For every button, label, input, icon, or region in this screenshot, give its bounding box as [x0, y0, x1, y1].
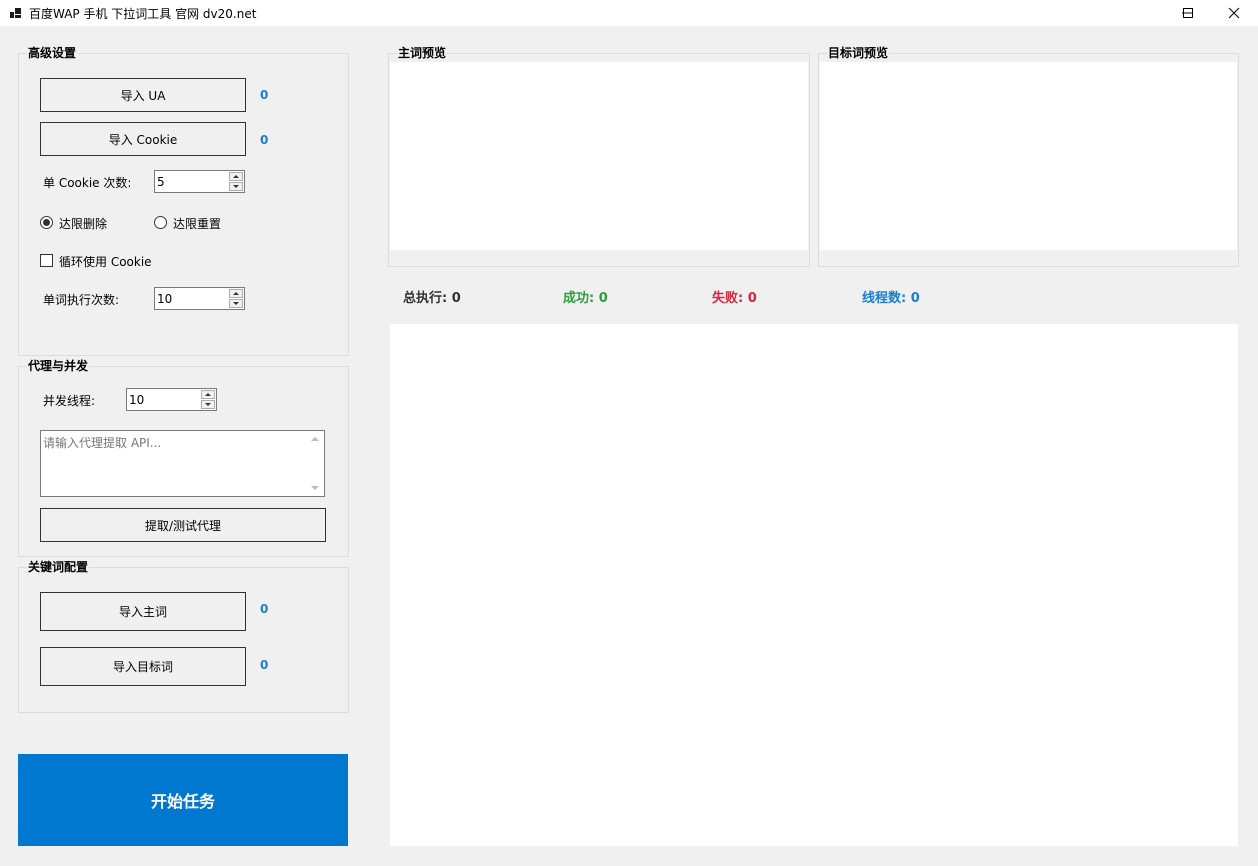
- threads-label: 并发线程:: [43, 394, 96, 408]
- loop-cookie-label: 循环使用 Cookie: [59, 255, 152, 269]
- threads-up-arrow-icon[interactable]: [201, 390, 215, 399]
- import-main-keywords-button[interactable]: 导入主词: [40, 592, 246, 631]
- word-times-label: 单词执行次数:: [43, 293, 120, 307]
- main-keywords-count: 0: [260, 602, 269, 616]
- word-times-down-arrow-icon[interactable]: [229, 299, 243, 308]
- import-cookie-button[interactable]: 导入 Cookie: [40, 122, 246, 156]
- proxy-api-scrollbar[interactable]: [307, 431, 324, 496]
- test-proxy-button[interactable]: 提取/测试代理: [40, 508, 326, 542]
- radio-delete-on-limit[interactable]: [40, 216, 53, 229]
- total-executed-stat: 总执行: 0: [403, 291, 461, 306]
- import-ua-button[interactable]: 导入 UA: [40, 78, 246, 112]
- radio-reset-label: 达限重置: [173, 217, 222, 231]
- cookie-count: 0: [260, 133, 269, 147]
- threads-down-arrow-icon[interactable]: [201, 400, 215, 409]
- main-preview-list[interactable]: [390, 62, 808, 250]
- cookie-times-down-arrow-icon[interactable]: [229, 182, 243, 191]
- log-output-area[interactable]: [390, 324, 1238, 846]
- title-bar: 百度WAP 手机 下拉词工具 官网 dv20.net: [0, 0, 1258, 26]
- word-times-spinner[interactable]: [154, 287, 245, 310]
- proxy-api-textarea-box: [40, 430, 325, 497]
- threads-spinner[interactable]: [126, 388, 217, 411]
- maximize-button[interactable]: [1165, 0, 1211, 26]
- window-title: 百度WAP 手机 下拉词工具 官网 dv20.net: [29, 7, 257, 21]
- ua-count: 0: [260, 88, 269, 102]
- main-preview-title: 主词预览: [397, 46, 448, 60]
- scroll-down-arrow-icon: [311, 486, 319, 490]
- close-icon: [1228, 7, 1240, 19]
- maximize-icon: [1183, 8, 1193, 18]
- keywords-group-title: 关键词配置: [27, 560, 90, 574]
- target-preview-list[interactable]: [820, 62, 1237, 250]
- radio-reset-on-limit[interactable]: [154, 216, 167, 229]
- scroll-up-arrow-icon: [311, 437, 319, 441]
- import-target-keywords-button[interactable]: 导入目标词: [40, 647, 246, 686]
- target-keywords-count: 0: [260, 658, 269, 672]
- keywords-group: 关键词配置: [18, 560, 349, 713]
- cookie-times-up-arrow-icon[interactable]: [229, 172, 243, 181]
- word-times-up-arrow-icon[interactable]: [229, 289, 243, 298]
- cookie-times-label: 单 Cookie 次数:: [43, 176, 132, 190]
- advanced-settings-title: 高级设置: [27, 46, 78, 60]
- start-task-button[interactable]: 开始任务: [18, 754, 348, 846]
- close-button[interactable]: [1211, 0, 1257, 26]
- success-stat: 成功: 0: [563, 291, 608, 306]
- radio-delete-label: 达限删除: [59, 217, 108, 231]
- target-preview-title: 目标词预览: [827, 46, 890, 60]
- cookie-times-spinner[interactable]: [154, 170, 245, 193]
- threads-stat: 线程数: 0: [862, 291, 920, 306]
- loop-cookie-checkbox[interactable]: [40, 254, 53, 267]
- fail-stat: 失败: 0: [712, 291, 757, 306]
- proxy-group-title: 代理与并发: [27, 359, 90, 373]
- proxy-api-input[interactable]: [41, 431, 324, 496]
- app-icon: [10, 8, 21, 18]
